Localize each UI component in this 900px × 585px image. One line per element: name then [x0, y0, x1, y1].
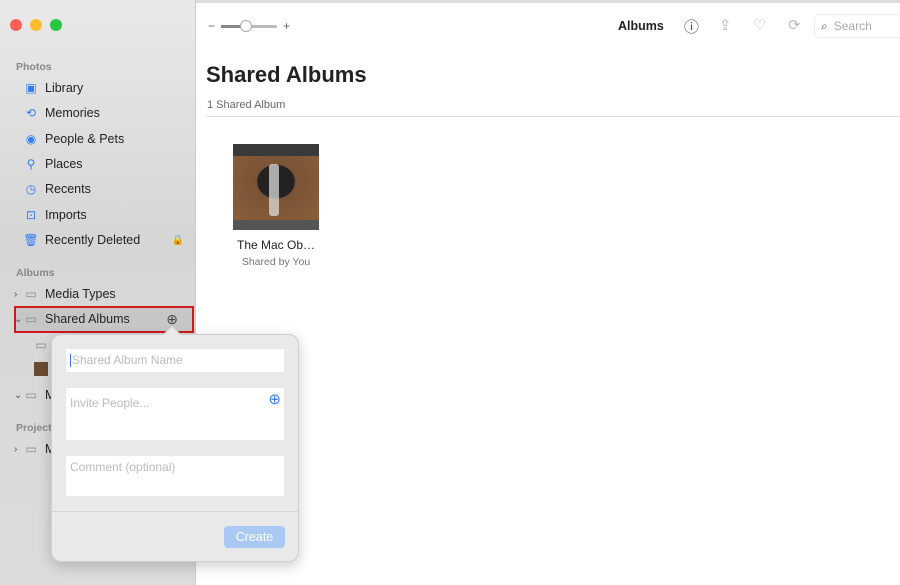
- sidebar-item-label: Shared Albums: [45, 312, 130, 326]
- placeholder: Comment (optional): [70, 460, 176, 474]
- section-header-projects: Project: [16, 422, 52, 434]
- sidebar-item-label: Library: [45, 81, 84, 95]
- pin-icon: ⚲: [26, 157, 36, 171]
- chevron-down-icon[interactable]: ⌄: [14, 390, 22, 401]
- sidebar-item-label: Recently Deleted: [45, 233, 141, 247]
- slider-knob[interactable]: [240, 19, 253, 32]
- sidebar-item-imports[interactable]: ⊡ Imports: [24, 204, 184, 226]
- folder-icon: ▭: [25, 442, 37, 456]
- zoom-slider[interactable]: − +: [208, 19, 290, 33]
- section-header-albums: Albums: [16, 267, 55, 279]
- create-button[interactable]: Create: [224, 526, 285, 548]
- zoom-out-icon[interactable]: −: [208, 19, 215, 33]
- sidebar-item-places[interactable]: ⚲ Places: [24, 153, 184, 175]
- divider: [52, 511, 298, 512]
- main-content: − + Albums ⓘ ⇪ ♡ ⟳ ⌕ Search Shared Albums…: [196, 0, 900, 585]
- sidebar-item-memories[interactable]: ⟲ Memories: [24, 102, 184, 124]
- album-subtitle: Shared by You: [241, 256, 311, 268]
- album-thumbnail: [34, 362, 48, 376]
- sidebar-item-media-types[interactable]: › ▭ Media Types: [14, 283, 184, 305]
- rotate-icon[interactable]: ⟳: [788, 16, 801, 34]
- memories-icon: ⟲: [25, 106, 37, 120]
- chevron-right-icon[interactable]: ›: [14, 289, 17, 300]
- section-header-photos: Photos: [16, 61, 52, 73]
- new-shared-album-popover: Shared Album Name Invite People... ⊕ Comm…: [51, 334, 299, 562]
- zoom-in-icon[interactable]: +: [283, 19, 290, 33]
- chevron-down-icon[interactable]: ⌄: [14, 314, 22, 325]
- sidebar-item-library[interactable]: ▣ Library: [24, 77, 184, 99]
- album-thumbnail[interactable]: [233, 144, 319, 230]
- folder-icon: ▭: [25, 287, 37, 301]
- sidebar-item-label: Places: [45, 157, 83, 171]
- folder-icon: ▭: [25, 388, 37, 402]
- chevron-right-icon[interactable]: ›: [14, 444, 17, 455]
- speech-bubble-icon: ▭: [35, 338, 47, 352]
- lock-icon: 🔒: [171, 234, 184, 246]
- placeholder: Shared Album Name: [72, 353, 183, 367]
- sidebar-item-label: Memories: [45, 106, 100, 120]
- shared-folder-icon: ▭: [25, 312, 37, 326]
- sidebar-item-label: People & Pets: [45, 132, 125, 146]
- share-icon[interactable]: ⇪: [719, 16, 732, 34]
- slider-track[interactable]: [221, 19, 278, 32]
- close-button[interactable]: [10, 19, 22, 31]
- window-controls: [10, 19, 62, 31]
- placeholder: Invite People...: [70, 396, 150, 410]
- sidebar-item-label: Imports: [45, 208, 87, 222]
- sidebar-item-label: Recents: [45, 182, 91, 196]
- sidebar-item-label: Media Types: [45, 287, 116, 301]
- zoom-button[interactable]: [50, 19, 62, 31]
- clock-icon: ◷: [25, 182, 37, 196]
- minimize-button[interactable]: [30, 19, 42, 31]
- album-name[interactable]: The Mac Ob…: [216, 238, 336, 252]
- search-placeholder: Search: [833, 19, 872, 33]
- divider: [206, 116, 900, 117]
- heart-icon[interactable]: ♡: [753, 16, 766, 34]
- search-field[interactable]: ⌕ Search: [814, 14, 900, 38]
- search-icon: ⌕: [821, 18, 828, 33]
- sidebar-item-recents[interactable]: ◷ Recents: [24, 178, 184, 200]
- toolbar-title: Albums: [618, 19, 664, 33]
- add-person-icon[interactable]: ⊕: [268, 390, 281, 408]
- invite-people-input[interactable]: Invite People... ⊕: [66, 388, 284, 440]
- import-icon: ⊡: [25, 208, 37, 222]
- sidebar-item-recently-deleted[interactable]: 🗑 Recently Deleted 🔒: [23, 229, 184, 251]
- shared-album-name-input[interactable]: Shared Album Name: [66, 349, 284, 372]
- comment-input[interactable]: Comment (optional): [66, 456, 284, 496]
- person-icon: ◉: [25, 132, 37, 146]
- sidebar-item-shared-albums[interactable]: ⌄ ▭ Shared Albums ⊕: [14, 308, 184, 330]
- photo-library-icon: ▣: [25, 81, 37, 95]
- album-count: 1 Shared Album: [207, 99, 286, 111]
- top-border: [196, 0, 900, 3]
- sidebar-item-people[interactable]: ◉ People & Pets: [24, 128, 184, 150]
- info-icon[interactable]: ⓘ: [684, 16, 699, 37]
- page-title: Shared Albums: [206, 62, 367, 87]
- trash-icon: 🗑: [23, 233, 39, 247]
